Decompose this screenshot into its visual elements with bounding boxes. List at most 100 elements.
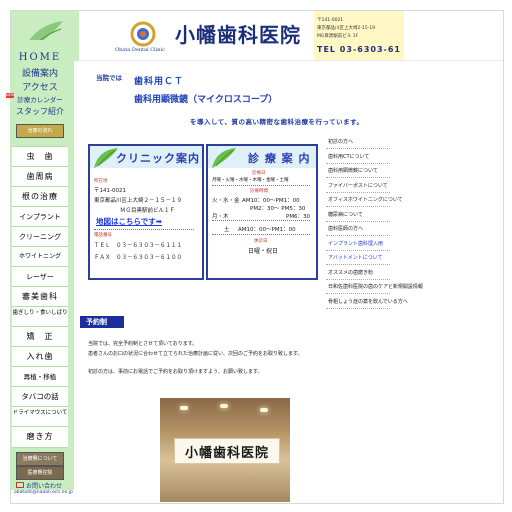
hours-row2-days: 月・木 [212, 214, 229, 220]
right-link-separator [326, 148, 390, 149]
nav-periodontal[interactable]: 歯周病 [12, 166, 68, 187]
clinic-entrance-photo: 小幡歯科医院 [160, 398, 290, 502]
right-link-separator [326, 249, 390, 251]
reservation-p3: 初診の方は、事前にお電話でご予約をお取り頂けますよう、お願い致します。 [88, 369, 263, 375]
nav-tobacco[interactable]: タバコの話 [12, 386, 68, 407]
hours-row1-pm: PM2：30～ PM5：30 [250, 206, 306, 212]
photo-sign: 小幡歯科医院 [174, 438, 280, 464]
nav-whitening[interactable]: ホワイトニング [12, 246, 68, 267]
divider [212, 234, 310, 235]
hours-row3-days: 土 [224, 227, 230, 233]
clinic-title: 小幡歯科医院 [175, 23, 301, 47]
right-link-separator [326, 307, 390, 309]
right-link-separator [326, 220, 390, 222]
hours-days-label: 診療日 [252, 171, 266, 176]
nav-orthodontics[interactable]: 矯 正 [12, 326, 68, 347]
tax-deduction-button[interactable]: 医療費控除 [16, 466, 64, 480]
clinic-tel: ＴＥＬ ０３－６３０３－６１１１ [94, 243, 183, 249]
sidebar-item-calendar[interactable]: 診療カレンダー [12, 94, 68, 104]
clinic-postal: 〒141-0021 [94, 188, 126, 194]
contact-email[interactable]: obatadc@naaan.ocn.ne.jp [14, 490, 73, 496]
contact-link[interactable]: お問い合わせ [16, 481, 62, 490]
sidebar-item-staff[interactable]: スタッフ紹介 [12, 106, 68, 117]
sidebar-item-home[interactable]: HOME [12, 52, 68, 63]
header-tel: TEL 03-6303-61 [317, 45, 401, 54]
hours-days: 月曜・火曜・水曜・木曜・金曜・土曜 [212, 178, 289, 183]
hours-row1-days: 火・水・金 [212, 198, 240, 204]
right-link-separator [326, 278, 390, 280]
clinic-fax: ＦＡＸ ０３－６３０３－６１００ [94, 255, 183, 261]
divider [94, 229, 194, 230]
map-link[interactable]: 地図はこちらです➡ [96, 216, 162, 227]
nav-implant[interactable]: インプラント [12, 206, 68, 227]
right-link-separator [326, 293, 390, 294]
ceiling-light-icon [180, 406, 188, 410]
leaf-icon [212, 148, 236, 168]
hours-row2-pm: PM6：30 [286, 214, 311, 220]
right-link-item[interactable]: オススメの歯磨き粉 [328, 269, 398, 276]
nav-brushing[interactable]: 磨き方 [12, 426, 68, 448]
intro-microscope: 歯科用顕微鏡（マイクロスコープ） [134, 95, 278, 105]
right-link-item[interactable]: 日和佐歯科医院の歯のケアと新規開設情報 [328, 283, 423, 290]
treatment-flow-button[interactable]: 治療の流れ [16, 124, 64, 138]
right-link-item[interactable]: アバットメントについて [328, 254, 398, 261]
right-link-item[interactable]: ファイバーポストについて [328, 182, 398, 189]
clinic-address: 東京都品川区上大崎２－１５－１９ [94, 198, 183, 204]
new-badge: NEW [6, 93, 15, 98]
ceiling-light-icon [220, 404, 228, 408]
nav-cavities[interactable]: 虫 歯 [12, 146, 68, 167]
clinic-card-title: クリニック案内 [116, 152, 200, 165]
reservation-p2: 患者さんのお口の状況に合わせて立てられた治療計画に従い、次回のご予約をお取り致し… [88, 351, 303, 357]
clinic-info-card: クリニック案内 所在地 〒141-0021 東京都品川区上大崎２－１５－１９ Ｍ… [88, 144, 204, 280]
fees-button[interactable]: 治療費について [16, 452, 64, 466]
clinic-tel-label: 電話番号 [94, 233, 112, 238]
intro-lead: 当院では [96, 74, 122, 82]
sidebar-item-facilities[interactable]: 設備案内 [12, 66, 68, 79]
nav-dry-mouth[interactable]: ドライマウスについて [12, 406, 68, 427]
hours-info-card: 診 療 案 内 診療日 月曜・火曜・水曜・木曜・金曜・土曜 診療時間 火・水・金… [206, 144, 318, 280]
reservation-p1: 当院では、完全予約制とさせて頂いております。 [88, 341, 198, 347]
right-link-item[interactable]: オフィスホワイトニングについて [328, 196, 403, 203]
nav-transplant[interactable]: 再植・移植 [12, 366, 68, 387]
right-link-separator [326, 162, 390, 164]
hours-off-label: 休診日 [254, 239, 268, 244]
clinic-building: ＭＧ目黒駅前ビル１Ｆ [120, 208, 176, 214]
right-link-item[interactable]: 歯科用顕微鏡について [328, 167, 398, 174]
right-link-item[interactable]: 骨粗しょう症の薬を飲んでいる方へ [328, 298, 408, 305]
right-link-separator [326, 206, 390, 207]
right-link-item[interactable]: 糖尿病について [328, 211, 398, 218]
hours-card-title: 診 療 案 内 [248, 152, 311, 165]
hours-row1-am: AM10：00～PM1：00 [242, 198, 300, 204]
divider [212, 220, 310, 221]
nav-bruxism[interactable]: 歯ぎしり・食いしばり [12, 306, 68, 327]
right-link-item[interactable]: 歯科用CTについて [328, 153, 398, 160]
hours-time-label: 診療時間 [250, 189, 268, 194]
sidebar-item-access[interactable]: アクセス [12, 80, 68, 93]
nav-cleaning[interactable]: クリーニング [12, 226, 68, 247]
reservation-heading-bar: 予約制 [80, 316, 124, 328]
right-link-separator [326, 177, 390, 178]
header-address: 東京都品川区上大崎2-15-19 [317, 26, 376, 31]
mail-icon [16, 482, 24, 488]
nav-root-canal[interactable]: 根の治療 [12, 186, 68, 207]
header-divider [79, 60, 503, 61]
intro-tail: を導入して、質の高い精密な歯科治療を行っています。 [190, 118, 364, 126]
nav-cosmetic[interactable]: 審美歯科 [12, 286, 68, 307]
right-link-separator [326, 264, 390, 265]
intro-ct: 歯科用ＣＴ [134, 77, 185, 87]
divider [212, 185, 310, 186]
right-link-item[interactable]: 歯科医師の方へ [328, 225, 398, 232]
hours-off: 日曜・祝日 [248, 248, 279, 255]
right-link-item[interactable]: インプラント歯科埋入用 [328, 240, 398, 247]
nav-dentures[interactable]: 入れ歯 [12, 346, 68, 367]
header-address2: MG目黒駅前ビル 1F [317, 34, 359, 39]
right-link-separator [326, 191, 390, 193]
logo-subtitle: Obata Dental Clinic [115, 47, 165, 53]
hours-row3-time: AM10：00～PM1：00 [238, 227, 296, 233]
right-link-separator [326, 235, 390, 236]
photo-sign-text: 小幡歯科医院 [185, 446, 270, 461]
nav-laser[interactable]: レーザー [12, 266, 68, 287]
ceiling-light-icon [260, 408, 268, 412]
right-link-item[interactable]: 初診の方へ [328, 138, 398, 145]
clinic-addr-label: 所在地 [94, 179, 108, 184]
